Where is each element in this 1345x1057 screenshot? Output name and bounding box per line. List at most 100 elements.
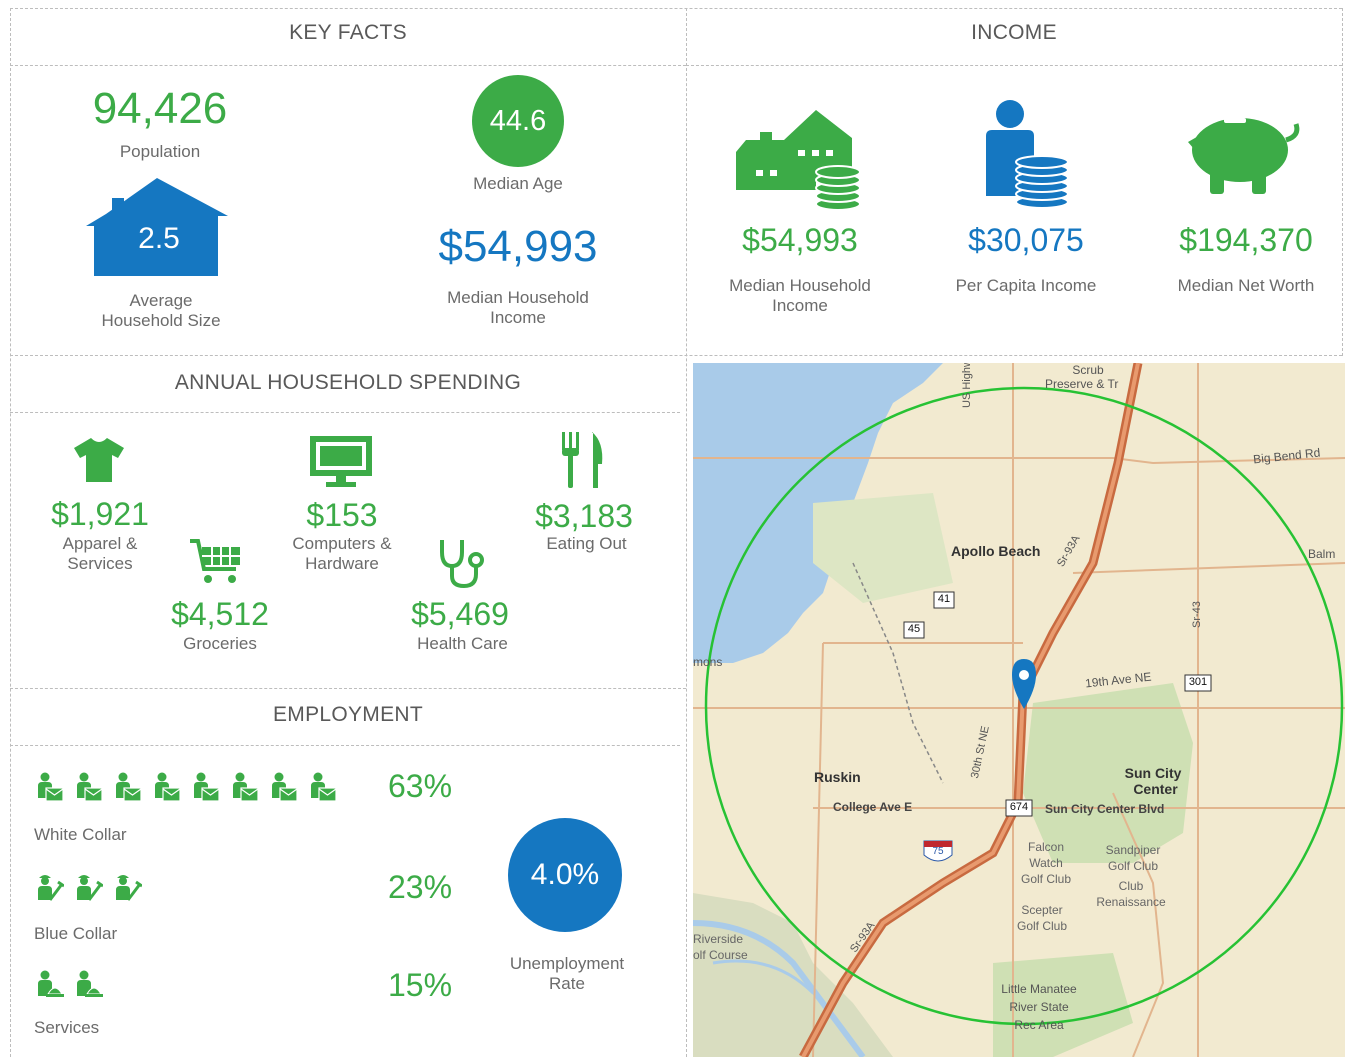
map-shield-45: 45	[907, 623, 921, 635]
eating-label: Eating Out	[546, 534, 627, 553]
map-label-club-1: Club	[1118, 879, 1144, 893]
map-label-riverside-2: olf Course	[693, 948, 748, 962]
lowland	[693, 893, 893, 1057]
spending-title: ANNUAL HOUSEHOLD SPENDING	[174, 371, 522, 394]
white-collar-worker-icon	[231, 772, 259, 802]
white-collar-worker-icon	[192, 772, 220, 802]
map-label-riverside-1: Riverside	[693, 932, 744, 946]
white-collar-icons	[36, 772, 337, 804]
apparel-label-2: Services	[67, 554, 133, 573]
map-label-scrub: Scrub	[1072, 363, 1104, 377]
computers-value: $153	[306, 497, 378, 533]
divider	[686, 65, 1342, 66]
household-size-value: 2.5	[138, 222, 180, 255]
monitor-icon	[310, 436, 372, 488]
income-per-capita-value: $30,075	[968, 222, 1084, 258]
employment-title: EMPLOYMENT	[272, 703, 424, 726]
health-value: $5,469	[411, 596, 509, 632]
household-size-label-2: Household Size	[101, 311, 221, 330]
blue-collar-icons	[36, 872, 143, 904]
map-label-sandpiper-1: Sandpiper	[1105, 843, 1161, 857]
map-label-falcon-2: Watch	[1029, 856, 1063, 870]
blue-collar-label: Blue Collar	[34, 924, 118, 943]
location-pin	[1012, 659, 1036, 709]
divider	[10, 745, 680, 746]
map-label-manatee-1: Little Manatee	[1001, 982, 1077, 996]
divider	[10, 65, 686, 66]
white-collar-worker-icon	[153, 772, 181, 802]
unemployment-label-2: Rate	[549, 974, 585, 993]
divider	[10, 412, 680, 413]
income-net-worth-label: Median Net Worth	[1177, 276, 1315, 295]
person-coins-icon	[982, 98, 1072, 210]
map-label-sr43: Sr-43	[1191, 601, 1203, 628]
income-median-household-value: $54,993	[742, 222, 858, 258]
population-label: Population	[119, 142, 201, 161]
map-label-sun-city-2: Center	[1133, 781, 1178, 797]
white-collar-worker-icon	[114, 772, 142, 802]
divider	[686, 8, 687, 1057]
map-label-falcon-3: Golf Club	[1020, 872, 1072, 886]
divider	[10, 8, 11, 1057]
divider	[1342, 8, 1343, 356]
white-collar-label: White Collar	[34, 825, 127, 844]
income-median-household-label-2: Income	[772, 296, 828, 315]
apparel-label-1: Apparel &	[62, 534, 138, 553]
blue-collar-worker-icon	[75, 872, 104, 902]
residential-area	[813, 493, 953, 603]
map-label-club-2: Renaissance	[1096, 895, 1166, 909]
divider	[10, 8, 1342, 9]
map-label-preserve: Preserve & Tr	[1045, 377, 1119, 391]
map-shield-301: 301	[1188, 676, 1208, 688]
computers-label-2: Hardware	[305, 554, 379, 573]
unemployment-value: 4.0%	[530, 858, 600, 891]
map-label-college-ave: College Ave E	[833, 800, 913, 814]
fork-knife-icon	[560, 432, 606, 488]
blue-collar-percent: 23%	[387, 869, 453, 905]
income-median-household-label-1: Median Household	[729, 276, 871, 295]
map-label-sandpiper-2: Golf Club	[1107, 859, 1159, 873]
map-label-manatee-2: River State	[1009, 1000, 1069, 1014]
white-collar-percent: 63%	[387, 768, 453, 804]
median-age-badge: 44.6	[472, 75, 564, 167]
blue-collar-worker-icon	[36, 872, 65, 902]
median-income-label-1: Median Household	[447, 288, 589, 307]
median-income-label-2: Income	[490, 308, 546, 327]
unemployment-badge: 4.0%	[508, 818, 622, 932]
median-age-value: 44.6	[489, 104, 547, 137]
household-size-label-1: Average	[129, 291, 193, 310]
health-label: Health Care	[417, 634, 508, 653]
shirt-icon	[74, 438, 124, 482]
service-worker-icon	[36, 970, 64, 1000]
map-panel[interactable]: Scrub Preserve & Tr US Highway 41 Big Be…	[693, 363, 1345, 1057]
map-label-scepter-2: Golf Club	[1016, 919, 1068, 933]
map-label-manatee-3: Rec Area	[1014, 1018, 1064, 1032]
map-label-sun-city-blvd: Sun City Center Blvd	[1045, 802, 1165, 816]
map-label-sun-city-1: Sun City	[1124, 765, 1182, 781]
map-label-ruskin: Ruskin	[814, 769, 861, 785]
service-worker-icon	[75, 970, 103, 1000]
groceries-value: $4,512	[171, 596, 269, 632]
median-age-label: Median Age	[473, 174, 563, 193]
key-facts-title: KEY FACTS	[289, 21, 407, 44]
map-shield-41: 41	[937, 593, 951, 605]
white-collar-worker-icon	[270, 772, 298, 802]
eating-value: $3,183	[535, 498, 633, 534]
services-percent: 15%	[387, 967, 453, 1003]
map-label-apollo-beach: Apollo Beach	[951, 543, 1041, 559]
map-label-balm: Balm	[1308, 547, 1336, 561]
divider	[10, 355, 1342, 356]
population-value: 94,426	[92, 84, 228, 133]
map-shield-674: 674	[1009, 801, 1029, 813]
map-canvas[interactable]	[693, 363, 1345, 1057]
income-net-worth-value: $194,370	[1179, 222, 1313, 258]
white-collar-worker-icon	[75, 772, 103, 802]
map-label-mons: mons	[693, 655, 723, 669]
house-coins-icon	[736, 110, 861, 211]
services-icons	[36, 970, 103, 1002]
stethoscope-icon	[436, 538, 484, 589]
blue-collar-worker-icon	[114, 872, 143, 902]
unemployment-label-1: Unemployment	[509, 954, 625, 973]
map-label-falcon-1: Falcon	[1027, 840, 1065, 854]
median-income-value: $54,993	[438, 222, 598, 271]
